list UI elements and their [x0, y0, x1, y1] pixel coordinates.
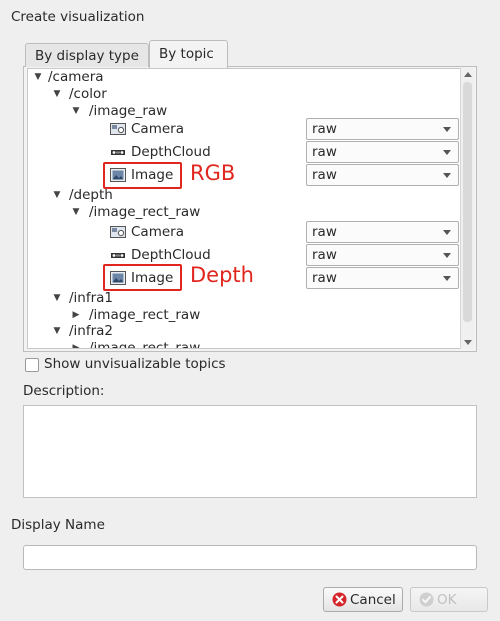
- combo-value: raw: [312, 121, 337, 137]
- collapse-arrow-icon[interactable]: ▶: [70, 338, 82, 348]
- scroll-up-icon[interactable]: [464, 72, 472, 77]
- topic-label: /image_rect_raw: [89, 340, 201, 349]
- depth-annotation: Depth: [190, 263, 254, 287]
- ok-label: OK: [437, 592, 457, 608]
- chevron-down-icon: [443, 127, 451, 132]
- combo-value: raw: [312, 270, 337, 286]
- chevron-down-icon: [443, 150, 451, 155]
- dialog-title: Create visualization: [11, 9, 145, 25]
- topic-tree[interactable]: ▼ /camera ▼ /color ▼ /image_raw Camera r…: [27, 68, 461, 349]
- transport-combo[interactable]: raw: [306, 118, 459, 140]
- depthcloud-icon: [111, 150, 125, 155]
- display-label: Camera: [131, 224, 184, 240]
- scroll-down-icon[interactable]: [464, 340, 472, 345]
- combo-value: raw: [312, 247, 337, 263]
- topic-label: /image_rect_raw: [89, 204, 201, 220]
- display-name-label: Display Name: [11, 517, 105, 533]
- description-text: [23, 405, 477, 498]
- depthcloud-icon: [111, 253, 125, 258]
- transport-combo[interactable]: raw: [306, 141, 459, 163]
- ok-button[interactable]: OK: [410, 587, 488, 612]
- expand-arrow-icon[interactable]: ▼: [51, 84, 63, 104]
- transport-combo[interactable]: raw: [306, 164, 459, 186]
- description-label: Description:: [23, 383, 105, 399]
- rgb-highlight-box: [103, 162, 182, 189]
- tab-by-display-type[interactable]: By display type: [25, 43, 149, 67]
- combo-value: raw: [312, 144, 337, 160]
- transport-combo[interactable]: raw: [306, 221, 459, 243]
- expand-arrow-icon[interactable]: ▼: [70, 101, 82, 121]
- combo-value: raw: [312, 224, 337, 240]
- topic-label: /image_raw: [89, 103, 168, 119]
- combo-value: raw: [312, 167, 337, 183]
- scrollbar-thumb[interactable]: [463, 82, 472, 322]
- expand-arrow-icon[interactable]: ▼: [51, 185, 63, 205]
- display-label: DepthCloud: [131, 144, 211, 160]
- show-unvisualizable-label[interactable]: Show unvisualizable topics: [44, 356, 226, 372]
- transport-combo[interactable]: raw: [306, 244, 459, 266]
- camera-icon: [110, 226, 126, 238]
- display-label: Camera: [131, 121, 184, 137]
- depth-highlight-box: [103, 264, 182, 291]
- expand-arrow-icon[interactable]: ▼: [51, 321, 63, 341]
- cancel-button[interactable]: Cancel: [323, 587, 403, 612]
- ok-icon: [419, 592, 434, 607]
- tree-scrollbar[interactable]: [460, 68, 474, 349]
- show-unvisualizable-checkbox[interactable]: [25, 358, 39, 372]
- chevron-down-icon: [443, 230, 451, 235]
- tab-by-topic[interactable]: By topic: [149, 40, 228, 68]
- chevron-down-icon: [443, 173, 451, 178]
- cancel-label: Cancel: [350, 592, 396, 608]
- expand-arrow-icon[interactable]: ▼: [51, 288, 63, 308]
- cancel-icon: [332, 592, 347, 607]
- display-name-input[interactable]: [23, 545, 477, 570]
- expand-arrow-icon[interactable]: ▼: [32, 69, 44, 87]
- display-label: DepthCloud: [131, 247, 211, 263]
- camera-icon: [110, 123, 126, 135]
- chevron-down-icon: [443, 253, 451, 258]
- rgb-annotation: RGB: [190, 161, 236, 185]
- expand-arrow-icon[interactable]: ▼: [70, 202, 82, 222]
- transport-combo[interactable]: raw: [306, 267, 459, 289]
- chevron-down-icon: [443, 276, 451, 281]
